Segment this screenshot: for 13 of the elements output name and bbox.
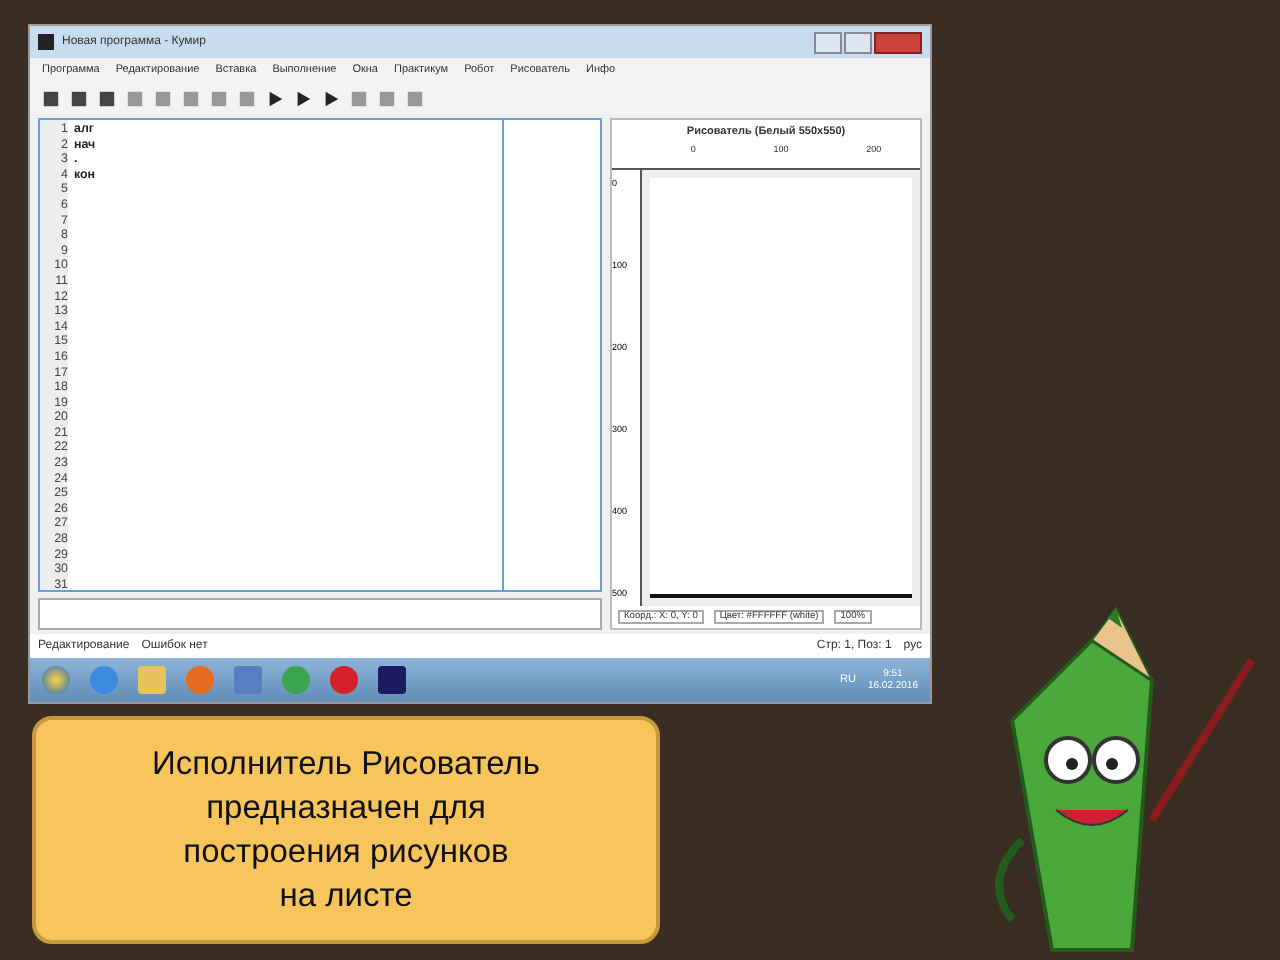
app-icon xyxy=(38,34,54,50)
maximize-button[interactable] xyxy=(844,31,872,53)
play-icon[interactable] xyxy=(266,89,284,107)
output-field[interactable] xyxy=(38,598,602,630)
circle-app-icon[interactable] xyxy=(90,666,118,694)
close-button[interactable] xyxy=(874,31,922,53)
start-button[interactable] xyxy=(42,666,70,694)
square-app-icon[interactable] xyxy=(378,666,406,694)
circle-app-icon[interactable] xyxy=(186,666,214,694)
minimize-button[interactable] xyxy=(814,31,842,53)
callout-text: Исполнитель Рисователь предназначен для построения рисунков на листе xyxy=(151,744,541,918)
circle-app-icon[interactable] xyxy=(330,666,358,694)
circle-app-icon[interactable] xyxy=(282,666,310,694)
